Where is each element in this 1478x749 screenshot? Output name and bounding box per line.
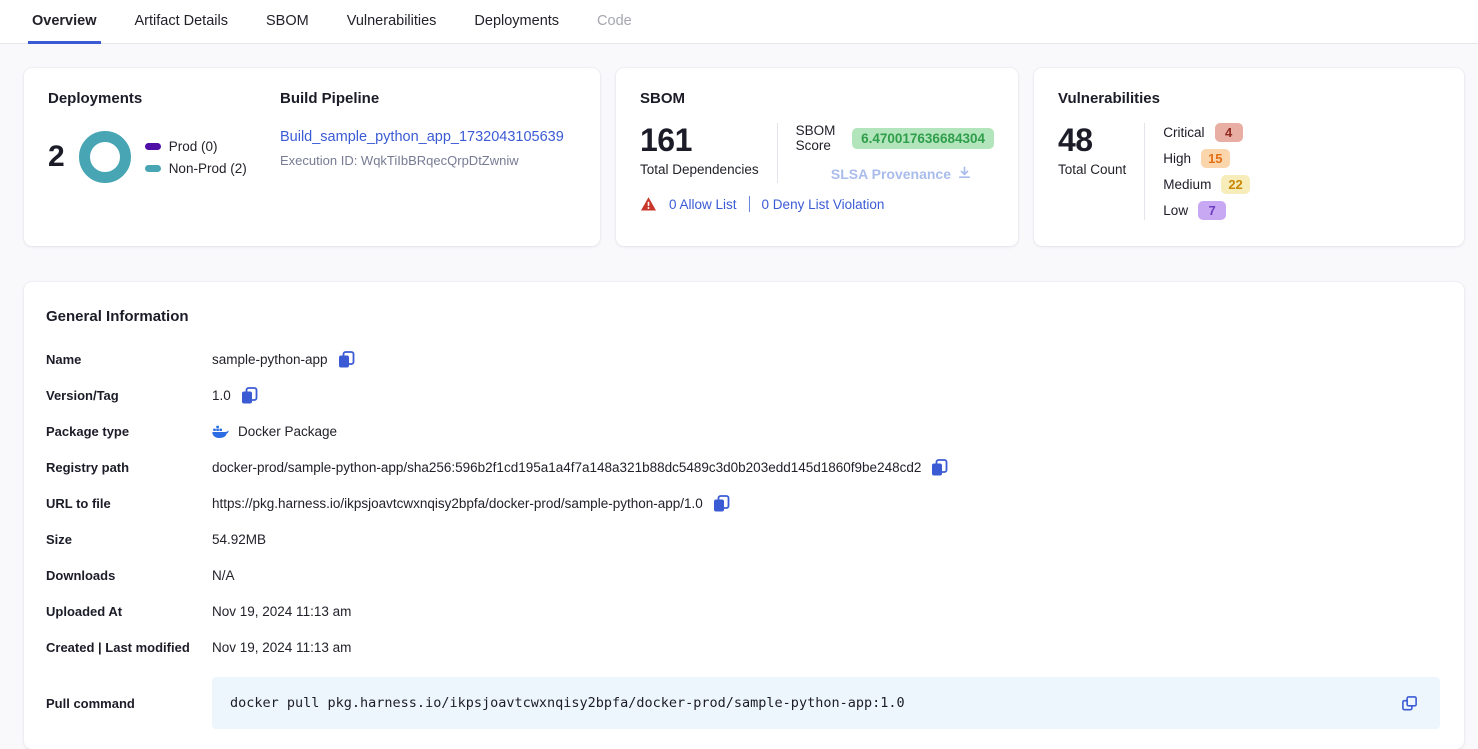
warning-icon — [640, 196, 657, 212]
prod-swatch-icon — [145, 143, 161, 150]
deployments-section: Deployments 2 Prod (0) Non-Prod (2) — [48, 90, 280, 224]
severity-low-label: Low — [1163, 203, 1188, 218]
legend-item-prod: Prod (0) — [145, 139, 247, 154]
execution-id-text: Execution ID: WqkTiIbBRqecQrpDtZwniw — [280, 153, 576, 168]
package-type-label: Package type — [46, 424, 212, 439]
pull-command-value: docker pull pkg.harness.io/ikpsjoavtcwxn… — [230, 695, 905, 711]
severity-critical-count-badge: 4 — [1215, 123, 1243, 142]
tab-bar: Overview Artifact Details SBOM Vulnerabi… — [0, 0, 1478, 44]
row-name: Name sample-python-app — [46, 341, 1440, 377]
size-label: Size — [46, 532, 212, 547]
row-created-modified: Created | Last modified Nov 19, 2024 11:… — [46, 629, 1440, 665]
sbom-divider — [777, 123, 778, 183]
pipeline-link[interactable]: Build_sample_python_app_1732043105639 — [280, 129, 564, 145]
package-type-value: Docker Package — [238, 424, 337, 439]
row-url-to-file: URL to file https://pkg.harness.io/ikpsj… — [46, 485, 1440, 521]
name-label: Name — [46, 352, 212, 367]
size-value: 54.92MB — [212, 532, 266, 547]
vulnerabilities-title: Vulnerabilities — [1058, 90, 1440, 107]
severity-high-count-badge: 15 — [1201, 149, 1229, 168]
build-pipeline-section: Build Pipeline Build_sample_python_app_1… — [280, 90, 576, 224]
tab-deployments[interactable]: Deployments — [470, 0, 563, 44]
nonprod-swatch-icon — [145, 165, 161, 172]
row-version-tag: Version/Tag 1.0 — [46, 377, 1440, 413]
sbom-total-block: 161 Total Dependencies — [640, 123, 759, 183]
copy-version-button[interactable] — [240, 386, 259, 405]
row-size: Size 54.92MB — [46, 521, 1440, 557]
deployments-legend: Prod (0) Non-Prod (2) — [145, 139, 247, 176]
tab-overview[interactable]: Overview — [28, 0, 101, 44]
registry-path-label: Registry path — [46, 460, 212, 475]
uploaded-at-value: Nov 19, 2024 11:13 am — [212, 604, 351, 619]
severity-critical-label: Critical — [1163, 125, 1204, 140]
row-uploaded-at: Uploaded At Nov 19, 2024 11:13 am — [46, 593, 1440, 629]
build-pipeline-title: Build Pipeline — [280, 90, 576, 107]
registry-path-value: docker-prod/sample-python-app/sha256:596… — [212, 460, 921, 475]
version-tag-label: Version/Tag — [46, 388, 212, 403]
download-icon — [957, 165, 972, 183]
url-to-file-label: URL to file — [46, 496, 212, 511]
tab-artifact-details[interactable]: Artifact Details — [131, 0, 232, 44]
downloads-value: N/A — [212, 568, 235, 583]
severity-row-critical: Critical 4 — [1163, 123, 1249, 142]
vulnerabilities-total-block: 48 Total Count — [1058, 123, 1126, 220]
severity-high-label: High — [1163, 151, 1191, 166]
copy-name-button[interactable] — [337, 350, 356, 369]
deployments-card: Deployments 2 Prod (0) Non-Prod (2) Buil… — [24, 68, 600, 246]
row-pull-command: Pull command docker pull pkg.harness.io/… — [46, 677, 1440, 729]
legend-prod-label: Prod (0) — [169, 139, 218, 154]
deny-list-violation-link[interactable]: 0 Deny List Violation — [762, 197, 885, 212]
sbom-title: SBOM — [640, 90, 994, 107]
severity-list: Critical 4 High 15 Medium 22 Low 7 — [1163, 123, 1249, 220]
tab-sbom[interactable]: SBOM — [262, 0, 313, 44]
tab-vulnerabilities[interactable]: Vulnerabilities — [343, 0, 441, 44]
sbom-total-label: Total Dependencies — [640, 162, 759, 177]
general-information-title: General Information — [46, 308, 1440, 325]
severity-medium-count-badge: 22 — [1221, 175, 1249, 194]
row-package-type: Package type Docker Package — [46, 413, 1440, 449]
severity-row-low: Low 7 — [1163, 201, 1249, 220]
version-tag-value: 1.0 — [212, 388, 231, 403]
links-separator — [749, 196, 750, 212]
tab-code: Code — [593, 0, 636, 44]
summary-cards-row: Deployments 2 Prod (0) Non-Prod (2) Buil… — [0, 44, 1478, 246]
deployments-donut-chart — [79, 131, 131, 183]
pull-command-label: Pull command — [46, 696, 212, 711]
docker-icon — [212, 424, 229, 439]
name-value: sample-python-app — [212, 352, 328, 367]
severity-row-high: High 15 — [1163, 149, 1249, 168]
severity-row-medium: Medium 22 — [1163, 175, 1249, 194]
downloads-label: Downloads — [46, 568, 212, 583]
row-registry-path: Registry path docker-prod/sample-python-… — [46, 449, 1440, 485]
sbom-total-count: 161 — [640, 123, 759, 158]
vulnerabilities-card: Vulnerabilities 48 Total Count Critical … — [1034, 68, 1464, 246]
created-modified-value: Nov 19, 2024 11:13 am — [212, 640, 351, 655]
copy-registry-path-button[interactable] — [930, 458, 949, 477]
sbom-card: SBOM 161 Total Dependencies SBOM Score 6… — [616, 68, 1018, 246]
sbom-score-badge: 6.470017636684304 — [852, 128, 994, 149]
legend-nonprod-label: Non-Prod (2) — [169, 161, 247, 176]
general-information-card: General Information Name sample-python-a… — [24, 282, 1464, 749]
deployments-title: Deployments — [48, 90, 280, 107]
vulnerabilities-total-label: Total Count — [1058, 162, 1126, 177]
url-to-file-value: https://pkg.harness.io/ikpsjoavtcwxnqisy… — [212, 496, 703, 511]
slsa-provenance-link[interactable]: SLSA Provenance — [831, 165, 972, 183]
vulnerabilities-divider — [1144, 123, 1145, 220]
legend-item-nonprod: Non-Prod (2) — [145, 161, 247, 176]
uploaded-at-label: Uploaded At — [46, 604, 212, 619]
created-modified-label: Created | Last modified — [46, 640, 212, 655]
vulnerabilities-total-count: 48 — [1058, 123, 1126, 158]
pull-command-block: docker pull pkg.harness.io/ikpsjoavtcwxn… — [212, 677, 1440, 729]
sbom-score-label: SBOM Score — [796, 123, 843, 153]
allow-list-link[interactable]: 0 Allow List — [669, 197, 737, 212]
copy-pull-command-button[interactable] — [1401, 695, 1418, 712]
slsa-provenance-label: SLSA Provenance — [831, 166, 951, 182]
row-downloads: Downloads N/A — [46, 557, 1440, 593]
deployments-total-count: 2 — [48, 140, 65, 174]
severity-medium-label: Medium — [1163, 177, 1211, 192]
severity-low-count-badge: 7 — [1198, 201, 1226, 220]
copy-url-button[interactable] — [712, 494, 731, 513]
